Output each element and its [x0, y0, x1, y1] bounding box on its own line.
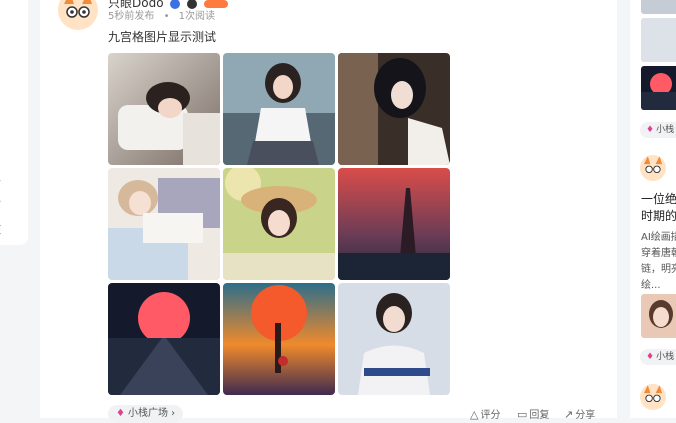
post-card: 只眼Dodo 5秒前发布 • 1次阅读 九宫格图片显示测试 ♦ 小栈广场 › △… — [40, 0, 617, 423]
grid-image-8[interactable] — [223, 283, 335, 395]
right-thumb-1[interactable] — [641, 0, 676, 14]
rate-button[interactable]: △ 评分 — [470, 406, 500, 421]
grid-image-4[interactable] — [108, 168, 220, 280]
right-avatar-1[interactable] — [640, 155, 666, 181]
right-thumb-2[interactable] — [641, 18, 676, 62]
grid-image-5[interactable] — [223, 168, 335, 280]
view-count: 1次阅读 — [178, 11, 216, 22]
grid-image-7[interactable] — [108, 283, 220, 395]
left-menu-item-3[interactable]: 核 — [0, 221, 1, 237]
share-icon: ↗ — [564, 408, 574, 421]
diamond-icon: ♦ — [646, 125, 655, 135]
chevron-right-icon: › — [171, 408, 176, 419]
share-button[interactable]: ↗ 分享 — [564, 406, 595, 421]
grid-image-2[interactable] — [223, 53, 335, 165]
grid-image-9[interactable] — [338, 283, 450, 395]
right-tag-1[interactable]: ♦ 小栈 — [640, 122, 676, 138]
reply-button[interactable]: ▭ 回复 — [517, 406, 549, 421]
right-card-title-line-1[interactable]: 一位绝 — [641, 190, 676, 207]
diamond-icon: ♦ — [116, 408, 125, 419]
right-tag-label: 小栈 — [656, 125, 675, 135]
right-card-desc-line-4: 绘... — [641, 280, 661, 291]
image-grid — [108, 53, 450, 395]
comment-icon: ▭ — [517, 408, 528, 421]
topic-label: 小栈广场 — [127, 408, 168, 419]
separator-dot: • — [163, 11, 170, 22]
right-card-title-line-2[interactable]: 时期的 — [641, 207, 676, 224]
right-avatar-2[interactable] — [640, 384, 666, 410]
post-meta: 5秒前发布 • 1次阅读 — [108, 7, 215, 22]
right-card-desc-line-2: 穿着唐朝 — [641, 248, 676, 259]
rate-label: 评分 — [480, 410, 501, 421]
right-tag-label: 小栈 — [656, 352, 675, 362]
post-time: 5秒前发布 — [108, 11, 155, 22]
right-sidebar: ♦小栈 一位绝 时期的 AI绘画描 穿着唐朝 链，明亮 绘... ♦小栈 — [630, 0, 676, 418]
grid-image-1[interactable] — [108, 53, 220, 165]
right-tag-2[interactable]: ♦ 小栈 — [640, 349, 676, 365]
triangle-icon: △ — [470, 408, 479, 421]
share-label: 分享 — [575, 410, 596, 421]
right-thumb-3[interactable] — [641, 66, 676, 110]
right-card-desc-line-1: AI绘画描 — [641, 232, 676, 243]
diamond-icon: ♦ — [646, 352, 655, 362]
left-sidebar: 复 分 核 — [0, 0, 28, 245]
grid-image-3[interactable] — [338, 53, 450, 165]
topic-tag[interactable]: ♦ 小栈广场 › — [108, 405, 184, 423]
grid-image-6[interactable] — [338, 168, 450, 280]
left-menu-item-2[interactable]: 分 — [0, 194, 1, 210]
right-thumb-4[interactable] — [641, 294, 676, 338]
reply-label: 回复 — [529, 410, 550, 421]
left-menu-item-1[interactable]: 复 — [0, 168, 1, 184]
author-avatar[interactable] — [58, 0, 98, 30]
right-card-desc-line-3: 链，明亮 — [641, 264, 676, 275]
post-text: 九宫格图片显示测试 — [108, 30, 217, 44]
